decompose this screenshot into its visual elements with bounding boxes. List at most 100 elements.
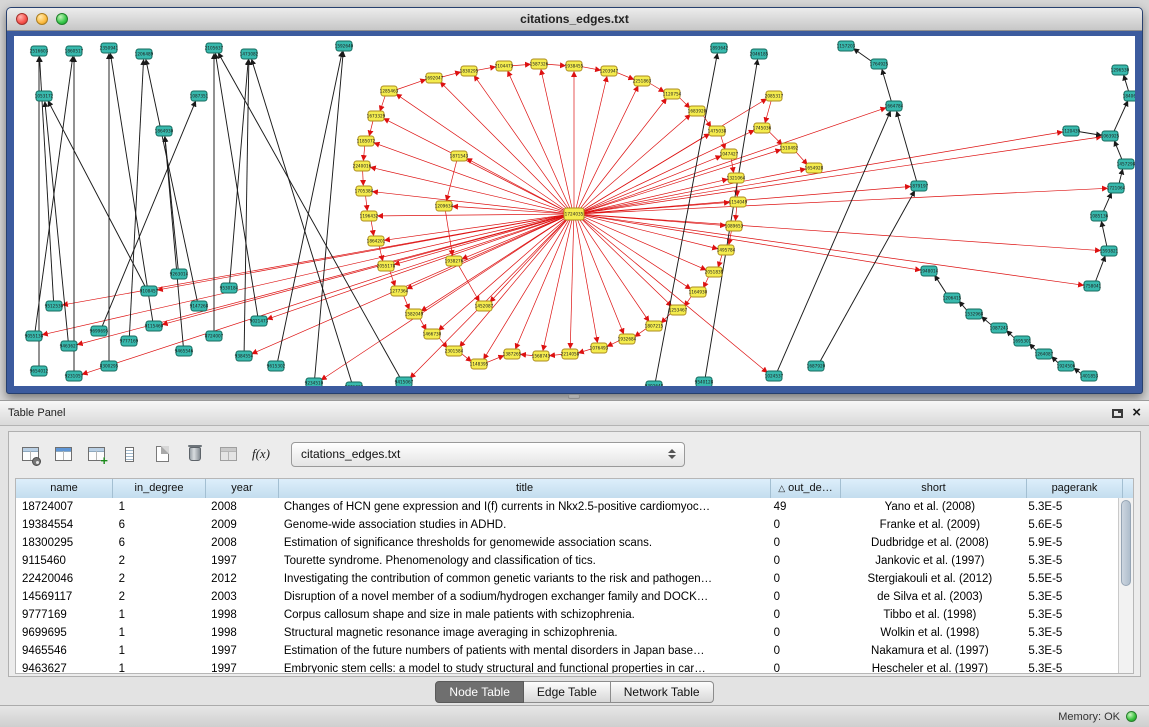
- graph-node[interactable]: 2105637: [205, 43, 224, 53]
- tab-edge-table[interactable]: Edge Table: [524, 681, 611, 703]
- graph-node[interactable]: 1154049: [729, 197, 748, 207]
- table-cell[interactable]: 9463627: [16, 663, 113, 673]
- table-cell[interactable]: 49: [768, 501, 838, 513]
- graph-node[interactable]: 1401853: [1080, 371, 1099, 381]
- graph-edge[interactable]: [371, 221, 373, 235]
- graph-edge[interactable]: [440, 82, 568, 210]
- minimize-window-button[interactable]: [36, 13, 48, 25]
- graph-node[interactable]: 1053172: [35, 91, 54, 101]
- table-cell[interactable]: 2: [113, 555, 206, 567]
- panel-splitter-handle[interactable]: [568, 394, 580, 399]
- graph-node[interactable]: 1830295: [460, 66, 479, 76]
- graph-edge[interactable]: [577, 219, 623, 334]
- table-cell[interactable]: 2008: [205, 501, 278, 513]
- graph-edge[interactable]: [458, 265, 479, 301]
- graph-node[interactable]: 2301584: [445, 346, 464, 356]
- graph-node[interactable]: 2104473: [495, 61, 514, 71]
- graph-node[interactable]: 1203947: [600, 66, 619, 76]
- table-cell[interactable]: 5.3E-5: [1022, 645, 1118, 657]
- graph-node[interactable]: 1264087: [1035, 349, 1054, 359]
- table-cell[interactable]: 0: [768, 519, 838, 531]
- graph-node[interactable]: 2055178: [377, 261, 396, 271]
- graph-node[interactable]: 1938455: [565, 61, 584, 71]
- table-cell[interactable]: 1998: [205, 627, 278, 639]
- graph-edge[interactable]: [579, 99, 666, 210]
- table-cell[interactable]: 5.5E-5: [1022, 573, 1118, 585]
- table-cell[interactable]: Embryonic stem cells: a model to study s…: [278, 663, 768, 673]
- graph-edge[interactable]: [582, 132, 1062, 213]
- table-cell[interactable]: Franke et al. (2009): [837, 519, 1022, 531]
- graph-node[interactable]: 1085136: [1090, 211, 1109, 221]
- graph-node[interactable]: 1932684: [618, 334, 637, 344]
- graph-node[interactable]: 1673329: [367, 111, 386, 121]
- graph-node[interactable]: 2350941: [100, 43, 119, 53]
- table-cell[interactable]: 9699695: [16, 627, 113, 639]
- tab-network-table[interactable]: Network Table: [611, 681, 714, 703]
- graph-node[interactable]: 1924506: [1057, 361, 1076, 371]
- table-cell[interactable]: 0: [768, 573, 838, 585]
- table-cell[interactable]: 18300295: [16, 537, 113, 549]
- graph-edge[interactable]: [578, 86, 638, 209]
- column-header-in_degree[interactable]: in_degree: [113, 479, 206, 498]
- graph-node[interactable]: 1196432: [360, 211, 379, 221]
- graph-edge[interactable]: [453, 206, 566, 213]
- graph-node[interactable]: 1893642: [710, 43, 729, 53]
- graph-edge[interactable]: [366, 196, 368, 210]
- graph-edge[interactable]: [1124, 75, 1129, 91]
- scrollbar-thumb[interactable]: [1121, 500, 1131, 586]
- graph-edge[interactable]: [580, 217, 672, 306]
- graph-node[interactable]: 1695301: [1013, 336, 1032, 346]
- graph-node[interactable]: 1582049: [405, 309, 424, 319]
- table-cell[interactable]: 1: [113, 663, 206, 673]
- graph-node[interactable]: 1705384: [355, 186, 374, 196]
- graph-node[interactable]: 1185072: [357, 136, 376, 146]
- graph-edge[interactable]: [721, 135, 725, 148]
- import-table-button[interactable]: [215, 441, 241, 467]
- graph-node[interactable]: 1683920: [688, 106, 707, 116]
- graph-edge[interactable]: [617, 72, 634, 79]
- table-cell[interactable]: Yano et al. (2008): [837, 501, 1022, 513]
- graph-node[interactable]: 8300295: [100, 361, 119, 371]
- graph-node[interactable]: 1164930: [689, 287, 708, 297]
- graph-node[interactable]: 9384554: [235, 351, 254, 361]
- graph-edge[interactable]: [718, 254, 722, 266]
- graph-node[interactable]: 1745036: [753, 123, 772, 133]
- graph-node[interactable]: 9530184: [220, 283, 239, 293]
- new-table-button[interactable]: [149, 441, 175, 467]
- tab-node-table[interactable]: Node Table: [435, 681, 524, 703]
- table-cell[interactable]: 2: [113, 591, 206, 603]
- graph-node[interactable]: 2251863: [633, 76, 652, 86]
- graph-node[interactable]: 9615302: [267, 361, 286, 371]
- graph-node[interactable]: 1948014: [920, 266, 939, 276]
- table-mode-button[interactable]: [17, 441, 43, 467]
- table-cell[interactable]: 14569117: [16, 591, 113, 603]
- graph-node[interactable]: 1285463: [380, 86, 399, 96]
- table-selector-dropdown[interactable]: citations_edges.txt: [291, 442, 685, 467]
- graph-edge[interactable]: [765, 101, 771, 123]
- table-cell[interactable]: 2: [113, 573, 206, 585]
- graph-node[interactable]: 1206415: [943, 293, 962, 303]
- graph-node[interactable]: 1452087: [475, 301, 494, 311]
- graph-edge[interactable]: [735, 207, 736, 220]
- graph-edge[interactable]: [403, 295, 409, 309]
- graph-node[interactable]: 9654012: [30, 366, 49, 376]
- zoom-window-button[interactable]: [56, 13, 68, 25]
- table-cell[interactable]: 2009: [205, 519, 278, 531]
- table-cell[interactable]: 9465546: [16, 645, 113, 657]
- graph-edge[interactable]: [163, 215, 567, 324]
- table-cell[interactable]: 1: [113, 501, 206, 513]
- graph-edge[interactable]: [407, 216, 566, 289]
- table-row[interactable]: 977716911998Corpus callosum shape and si…: [16, 606, 1118, 624]
- graph-node[interactable]: 1840617: [1123, 91, 1135, 101]
- table-cell[interactable]: 2012: [205, 573, 278, 585]
- graph-node[interactable]: 1687920: [807, 361, 826, 371]
- graph-node[interactable]: 1466730: [423, 329, 442, 339]
- table-cell[interactable]: 6: [113, 519, 206, 531]
- graph-node[interactable]: 1087243: [990, 323, 1009, 333]
- graph-edge[interactable]: [547, 64, 565, 65]
- table-cell[interactable]: 19384554: [16, 519, 113, 531]
- graph-edge[interactable]: [582, 214, 1100, 250]
- graph-edge[interactable]: [580, 115, 690, 211]
- close-window-button[interactable]: [16, 13, 28, 25]
- graph-edge[interactable]: [897, 112, 917, 182]
